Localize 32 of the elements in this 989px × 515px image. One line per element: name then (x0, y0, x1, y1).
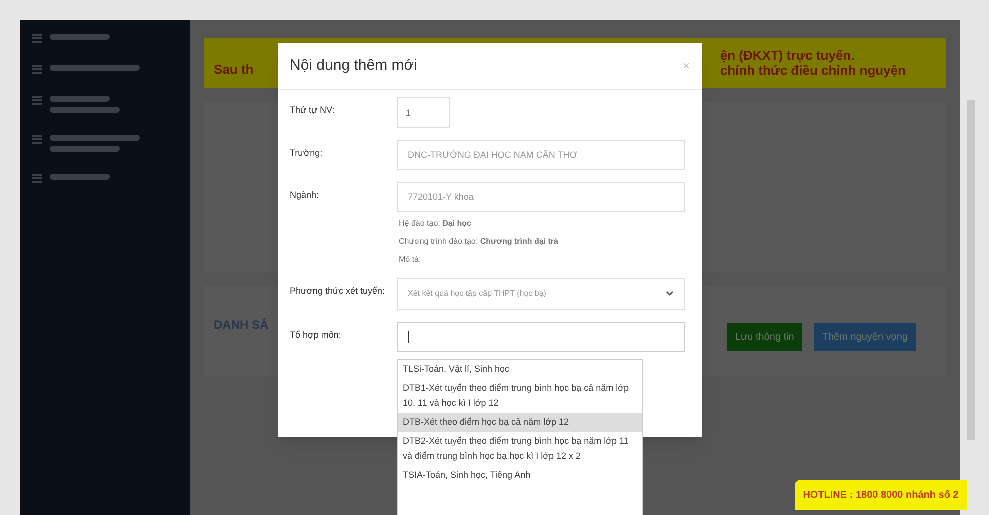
field-label: Ngành: (290, 189, 320, 202)
scrollbar[interactable] (967, 100, 975, 440)
banner-text: chính thức điều chỉnh nguyện (720, 63, 906, 78)
menu-icon (32, 135, 42, 144)
field-note: Mô tả: (398, 254, 422, 266)
input-field[interactable] (397, 322, 685, 352)
input-field[interactable]: DNC-TRƯỜNG ĐẠI HỌC NAM CẦN THƠ (397, 140, 685, 170)
field-label: Phương thức xét tuyển: (290, 285, 386, 298)
field-label: Trường: (290, 147, 324, 160)
input-field[interactable]: 7720101-Y khoa (397, 182, 685, 212)
menu-icon (32, 174, 42, 183)
dropdown-option[interactable]: DTB1-Xét tuyển theo điểm trung bình học bạ cả năm lớp 10, 11 và học kì I lớp 12 (398, 379, 642, 413)
banner-text: Sau th (214, 61, 254, 80)
field-label: Thứ tự NV: (290, 104, 336, 117)
add-button[interactable]: Thêm nguyện vọng (814, 323, 916, 351)
field-note: Hệ đào tạo: Đại học (398, 218, 472, 230)
hotline-badge: HOTLINE : 1800 8000 nhánh số 2 (795, 480, 967, 510)
dropdown-option[interactable]: DTB2-Xét tuyển theo điểm trung bình học bạ năm lớp 11 và điểm trung bình học bạ học kì I lớp 12 x 2 (398, 432, 642, 466)
menu-icon (32, 34, 42, 43)
dropdown-option[interactable]: DTB-Xét theo điểm học bạ cả năm lớp 12 (398, 413, 642, 432)
field-label: Tổ hợp môn: (290, 329, 342, 342)
menu-icon (32, 96, 42, 105)
dropdown-option[interactable]: TSIA-Toán, Sinh học, Tiếng Anh (398, 466, 642, 485)
banner-text: ện (ĐKXT) trực tuyến. (720, 48, 856, 63)
save-button[interactable]: Lưu thông tin (727, 323, 802, 351)
select-field[interactable]: Xét kết quả học tập cấp THPT (học bạ) (397, 278, 685, 310)
dropdown-option[interactable]: TLSi-Toán, Vật lí, Sinh học (398, 360, 642, 379)
input-field[interactable]: 1 (397, 97, 450, 128)
menu-icon (32, 65, 42, 74)
modal-title: Nội dung thêm mới (290, 56, 418, 76)
field-note: Chương trình đào tạo: Chương trình đại trà (398, 236, 560, 248)
chevron-down-icon (666, 291, 674, 297)
